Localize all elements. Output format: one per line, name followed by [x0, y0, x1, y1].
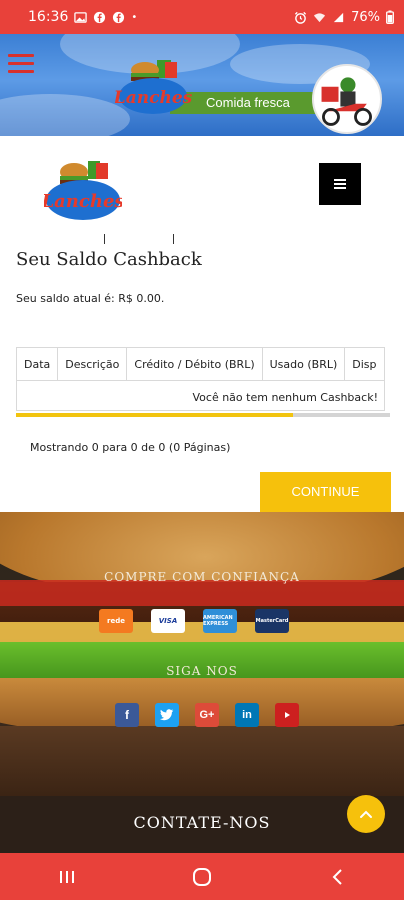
home-icon [192, 867, 211, 886]
android-nav-bar [0, 853, 404, 900]
page-title: Seu Saldo Cashback [16, 249, 202, 270]
recent-apps-icon [60, 870, 75, 883]
linkedin-icon[interactable]: in [235, 703, 259, 727]
back-to-top-button[interactable] [347, 795, 385, 833]
youtube-icon[interactable] [275, 703, 299, 727]
site-logo-text: Lanches [44, 191, 122, 212]
battery-level: 76% [351, 9, 380, 25]
alarm-icon [295, 11, 307, 24]
gallery-icon [74, 11, 88, 23]
cashback-table[interactable]: Data Descrição Crédito / Débito (BRL) Us… [16, 347, 390, 417]
continue-button[interactable]: CONTINUE [260, 472, 391, 512]
column-header-description[interactable]: Descrição [57, 347, 128, 381]
amex-payment-icon: AMERICAN EXPRESS [203, 609, 237, 633]
balance-text: Seu saldo atual é: R$ 0.00. [16, 292, 165, 305]
wifi-icon [314, 12, 326, 22]
status-bar: 16:36 • 76% [0, 0, 404, 34]
rede-payment-icon: rede [99, 609, 133, 633]
footer [0, 512, 404, 853]
mastercard-payment-icon: MasterCard [255, 609, 289, 633]
battery-icon [386, 10, 394, 24]
empty-table-message: Você não tem nenhum Cashback! [192, 391, 379, 404]
menu-icon [334, 177, 346, 191]
pagination-text: Mostrando 0 para 0 de 0 (0 Páginas) [30, 441, 231, 454]
twitter-icon[interactable] [155, 703, 179, 727]
divider-mark [173, 234, 174, 244]
column-header-credit-debit[interactable]: Crédito / Débito (BRL) [126, 347, 263, 381]
follow-heading: SIGA NOS [166, 664, 238, 678]
site-logo[interactable]: Lanches [44, 158, 122, 224]
delivery-motorcycle-image [312, 64, 382, 134]
column-header-used[interactable]: Usado (BRL) [261, 347, 346, 381]
table-header-row: Data Descrição Crédito / Débito (BRL) Us… [16, 347, 385, 381]
facebook-notification-icon-2 [113, 11, 125, 23]
menu-toggle-button[interactable] [319, 163, 361, 205]
social-links: f G+ in [115, 703, 299, 727]
banner-logo-text: Lanches [115, 88, 193, 108]
table-horizontal-scrollbar[interactable] [16, 413, 390, 417]
divider-mark [104, 234, 105, 244]
scrollbar-thumb[interactable] [16, 413, 293, 417]
chevron-up-icon [360, 810, 372, 818]
payment-methods: rede VISA AMERICAN EXPRESS MasterCard [99, 609, 289, 633]
facebook-notification-icon [94, 11, 106, 23]
banner-logo[interactable]: Lanches [115, 56, 195, 118]
google-plus-icon[interactable]: G+ [195, 703, 219, 727]
back-button[interactable] [317, 862, 357, 892]
contact-heading: CONTATE-NOS [133, 813, 271, 832]
signal-icon [333, 12, 344, 22]
hamburger-menu-icon[interactable] [8, 54, 34, 76]
back-icon [332, 868, 342, 885]
trust-heading: COMPRE COM CONFIANÇA [104, 570, 300, 584]
notification-dot-icon: • [131, 11, 138, 23]
home-button[interactable] [182, 862, 222, 892]
column-header-date[interactable]: Data [16, 347, 59, 381]
column-header-available[interactable]: Disp [344, 347, 385, 381]
top-banner: Comida fresca Lanches [0, 34, 404, 136]
visa-payment-icon: VISA [151, 609, 185, 633]
facebook-icon[interactable]: f [115, 703, 139, 727]
status-time: 16:36 [28, 9, 69, 25]
recent-apps-button[interactable] [47, 862, 87, 892]
